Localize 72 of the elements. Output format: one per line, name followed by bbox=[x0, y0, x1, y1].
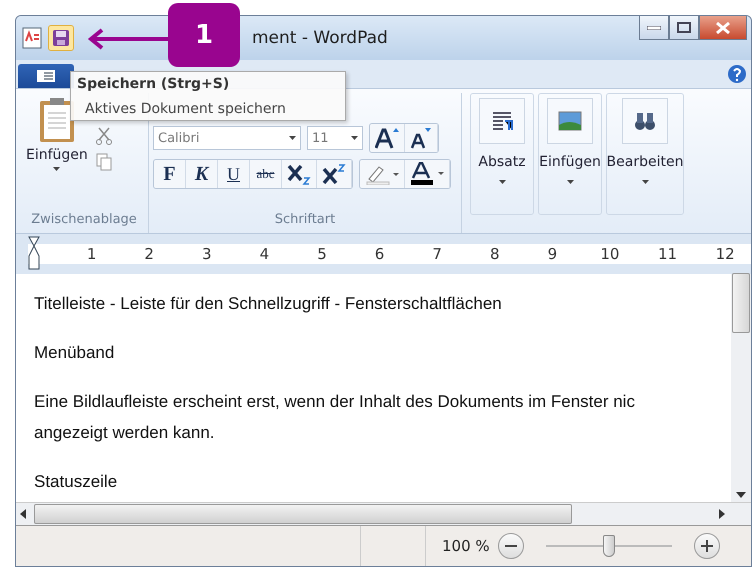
font-color-icon bbox=[410, 162, 444, 186]
ruler-number: 2 bbox=[143, 245, 155, 263]
close-button[interactable] bbox=[699, 16, 747, 40]
scroll-down-icon[interactable] bbox=[736, 492, 746, 498]
font-name-field[interactable]: Calibri bbox=[153, 126, 301, 150]
picture-icon bbox=[558, 111, 582, 131]
ribbon-button[interactable]: Bearbeiten bbox=[606, 93, 684, 215]
ribbon-button[interactable]: Einfügen bbox=[538, 93, 602, 215]
tooltip-title: Speichern (Strg+S) bbox=[77, 76, 230, 92]
scroll-right-icon[interactable] bbox=[719, 509, 725, 519]
ruler-number: 6 bbox=[374, 245, 386, 263]
ruler-number: 11 bbox=[656, 245, 678, 263]
group-label: Zwischenablage bbox=[31, 212, 137, 229]
subscript-icon bbox=[287, 163, 311, 185]
zoom-slider-thumb[interactable] bbox=[602, 535, 615, 557]
callout-badge: 1 bbox=[168, 3, 240, 67]
minimize-button[interactable] bbox=[639, 16, 669, 40]
ruler-number: 5 bbox=[316, 245, 328, 263]
group-label: Schriftart bbox=[274, 212, 336, 229]
ruler-number: 10 bbox=[599, 245, 620, 263]
menu-icon bbox=[36, 69, 56, 83]
maximize-button[interactable] bbox=[669, 16, 699, 40]
horizontal-scrollbar[interactable] bbox=[16, 502, 751, 525]
save-button[interactable] bbox=[48, 25, 74, 51]
caret-icon bbox=[351, 136, 358, 140]
caret-icon bbox=[642, 180, 648, 184]
maximize-icon bbox=[677, 22, 691, 33]
ruler-number: 1 bbox=[86, 245, 98, 263]
scroll-thumb[interactable] bbox=[732, 273, 750, 333]
indent-marker-icon[interactable] bbox=[28, 236, 40, 270]
format-button[interactable]: K bbox=[186, 160, 218, 188]
document-paragraph: Statuszeile bbox=[34, 471, 118, 493]
document-paragraph: Menüband bbox=[34, 342, 116, 364]
binoculars-icon bbox=[634, 111, 656, 131]
minus-icon bbox=[504, 545, 517, 547]
ruler-number: 12 bbox=[714, 245, 736, 263]
scroll-left-icon[interactable] bbox=[20, 509, 26, 519]
ruler-number: 3 bbox=[201, 245, 213, 263]
format-button[interactable]: F bbox=[154, 160, 186, 188]
caret-icon bbox=[289, 136, 296, 140]
window-title: ment - WordPad bbox=[252, 28, 389, 48]
shrink-font-icon bbox=[410, 127, 432, 149]
close-icon bbox=[716, 22, 730, 34]
document-paragraph: Eine Bildlaufleiste erscheint erst, wenn der Inhalt des Dokuments im Fenster nic angezeigt werden kann. bbox=[34, 391, 636, 444]
grow-font-icon bbox=[375, 127, 399, 149]
help-icon[interactable] bbox=[727, 64, 747, 84]
copy-icon[interactable] bbox=[96, 153, 112, 171]
vertical-scrollbar[interactable] bbox=[731, 274, 751, 502]
format-button[interactable]: abc bbox=[250, 160, 282, 188]
superscript-icon bbox=[322, 163, 346, 185]
document-paragraph: Titelleiste - Leiste für den Schnellzugriff - Fensterschaltflächen bbox=[34, 293, 503, 315]
format-button[interactable]: U bbox=[218, 160, 250, 188]
ribbon-button[interactable]: Absatz bbox=[470, 93, 534, 215]
zoom-level-text: 100 % bbox=[442, 537, 490, 555]
caret-icon bbox=[498, 180, 506, 184]
document-icon bbox=[22, 27, 42, 49]
minimize-icon bbox=[647, 26, 661, 30]
file-menu-tab[interactable] bbox=[18, 64, 74, 88]
ruler-number: 4 bbox=[258, 245, 270, 263]
plus-icon bbox=[700, 540, 713, 552]
scroll-thumb[interactable] bbox=[34, 504, 572, 524]
zoom-in-button[interactable] bbox=[694, 533, 720, 559]
paragraph-icon bbox=[491, 111, 513, 131]
zoom-out-button[interactable] bbox=[498, 533, 524, 559]
ruler-number: 8 bbox=[488, 245, 501, 263]
font-size-field[interactable]: 11 bbox=[307, 126, 363, 150]
ruler-number: 7 bbox=[431, 245, 443, 263]
ruler-number: 9 bbox=[546, 245, 558, 263]
caret-icon bbox=[566, 180, 574, 184]
caret-icon bbox=[53, 167, 60, 171]
tooltip-description: Aktives Dokument speichern bbox=[84, 101, 287, 117]
scissors-icon[interactable] bbox=[96, 127, 112, 145]
